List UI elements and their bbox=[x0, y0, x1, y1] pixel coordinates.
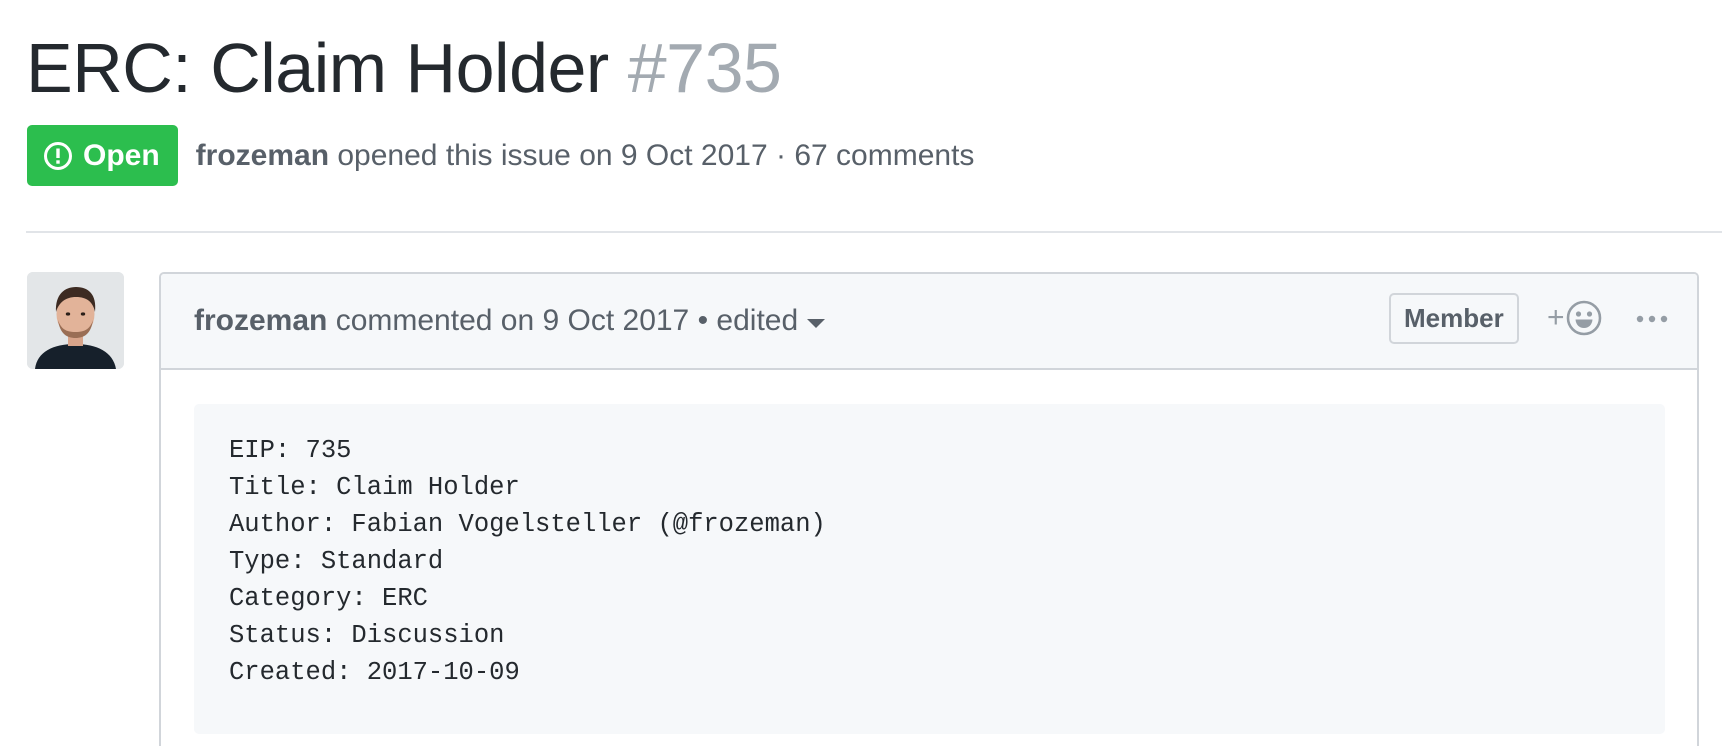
issue-opened-icon bbox=[44, 141, 72, 170]
state-badge: Open bbox=[27, 125, 178, 186]
issue-title-text: ERC: Claim Holder bbox=[26, 29, 609, 107]
avatar[interactable] bbox=[27, 272, 124, 369]
member-badge: Member bbox=[1389, 293, 1519, 344]
chevron-down-icon bbox=[807, 318, 826, 328]
smiley-icon bbox=[1566, 300, 1601, 336]
issue-title: ERC: Claim Holder #735 bbox=[26, 24, 782, 112]
comment-author-link[interactable]: frozeman bbox=[194, 304, 327, 338]
commented-text: commented on 9 Oct 2017 • edited bbox=[335, 304, 799, 337]
code-line: Type: Standard bbox=[229, 547, 444, 576]
code-line: Author: Fabian Vogelsteller (@frozeman) bbox=[229, 510, 826, 539]
code-line: EIP: 735 bbox=[229, 436, 352, 465]
issue-author-link[interactable]: frozeman bbox=[196, 139, 329, 172]
comment-header: frozeman commented on 9 Oct 2017 • edite… bbox=[161, 274, 1697, 370]
issue-opened-text: opened this issue on 9 Oct 2017 · 67 com… bbox=[337, 138, 975, 172]
code-line: Category: ERC bbox=[229, 584, 428, 613]
add-reaction-button[interactable]: + bbox=[1547, 300, 1602, 336]
header-divider bbox=[26, 231, 1722, 233]
issue-number: #735 bbox=[627, 29, 782, 107]
avatar-image bbox=[27, 272, 124, 369]
issue-page: ERC: Claim Holder #735 Open frozeman ope… bbox=[0, 0, 1722, 746]
code-line: Status: Discussion bbox=[229, 621, 505, 650]
comment-body-code-block: EIP: 735 Title: Claim Holder Author: Fab… bbox=[194, 404, 1665, 734]
member-badge-label: Member bbox=[1404, 303, 1504, 333]
kebab-horizontal-icon[interactable] bbox=[1635, 304, 1669, 334]
comment-box: frozeman commented on 9 Oct 2017 • edite… bbox=[159, 272, 1699, 746]
code-line: Title: Claim Holder bbox=[229, 473, 520, 502]
edited-dropdown[interactable]: commented on 9 Oct 2017 • edited bbox=[335, 304, 826, 338]
plus-icon: + bbox=[1547, 301, 1565, 334]
state-label: Open bbox=[83, 138, 160, 172]
code-line: Created: 2017-10-09 bbox=[229, 658, 520, 687]
issue-meta-text: frozeman opened this issue on 9 Oct 2017… bbox=[196, 139, 975, 173]
issue-meta: Open frozeman opened this issue on 9 Oct… bbox=[27, 125, 974, 186]
comment-header-text: frozeman commented on 9 Oct 2017 • edite… bbox=[194, 274, 826, 368]
